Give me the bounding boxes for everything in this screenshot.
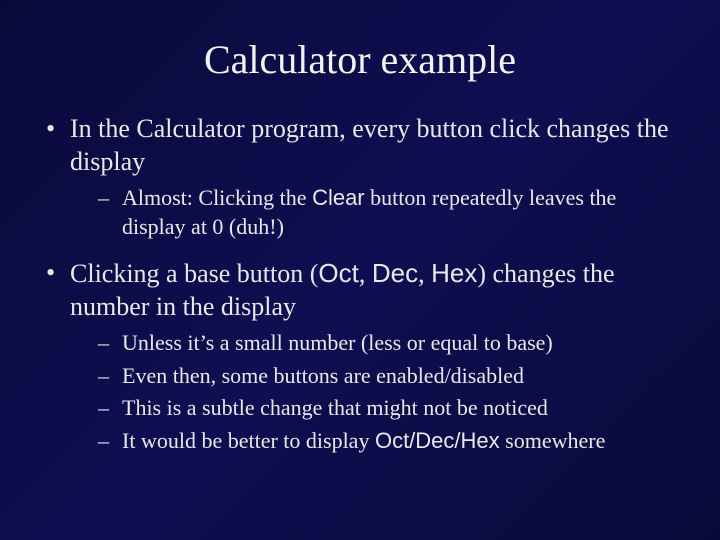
code-hex: Hex (431, 258, 477, 288)
bullet-1-sub-1: Almost: Clicking the Clear button repeat… (70, 184, 680, 241)
code-oct: Oct (318, 258, 358, 288)
code-dec: Dec (372, 258, 418, 288)
bullet-1-sublist: Almost: Clicking the Clear button repeat… (70, 184, 680, 241)
code-clear: Clear (312, 185, 365, 210)
slide-title: Calculator example (40, 36, 680, 83)
bullet-2-sublist: Unless it’s a small number (less or equa… (70, 329, 680, 455)
bullet-2: Clicking a base button (Oct, Dec, Hex) c… (40, 257, 680, 455)
bullet-2-sub-4: It would be better to display Oct/Dec/He… (70, 427, 680, 456)
bullet-2-sub-2: Even then, some buttons are enabled/disa… (70, 362, 680, 391)
bullet-2-sub-3: This is a subtle change that might not b… (70, 394, 680, 423)
slide: Calculator example In the Calculator pro… (0, 0, 720, 456)
bullet-1: In the Calculator program, every button … (40, 113, 680, 241)
code-oct-dec-hex: Oct/Dec/Hex (375, 428, 500, 453)
bullet-1-text: In the Calculator program, every button … (70, 114, 669, 176)
bullet-2-sub-1: Unless it’s a small number (less or equa… (70, 329, 680, 358)
bullet-list: In the Calculator program, every button … (40, 113, 680, 456)
